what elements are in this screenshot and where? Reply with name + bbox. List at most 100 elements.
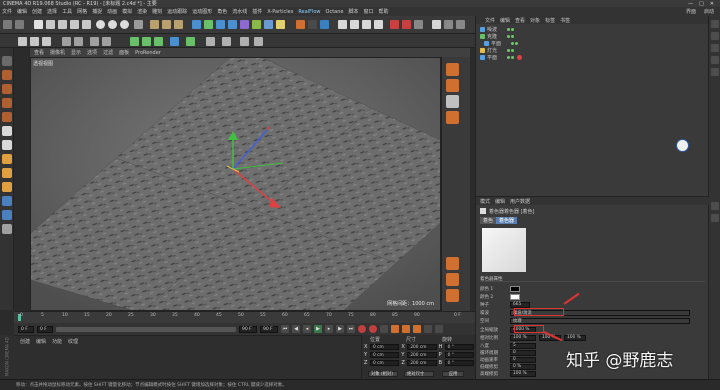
menu-sculpt[interactable]: 雕刻 (152, 8, 162, 15)
menu-file[interactable]: 文件 (2, 8, 12, 15)
texture-mode-icon[interactable] (240, 37, 249, 46)
weight-icon[interactable] (142, 37, 151, 46)
am-menu-mode[interactable]: 模式 (480, 198, 490, 205)
menu-window[interactable]: 窗口 (364, 8, 374, 15)
size-x-field[interactable]: 200 cm (407, 344, 437, 350)
viewport-menu-panel[interactable]: 面板 (119, 49, 129, 56)
object-name[interactable]: 平面 (491, 40, 501, 47)
render-dot[interactable] (515, 42, 519, 45)
position-z-field[interactable]: 0 cm (370, 360, 400, 366)
snap-icon[interactable] (170, 37, 179, 46)
ik-icon[interactable] (444, 20, 453, 29)
menu-mograph[interactable]: 运动图形 (192, 8, 212, 15)
record-icon[interactable] (390, 20, 399, 29)
grid-icon[interactable] (254, 37, 263, 46)
viewport-scene[interactable] (31, 58, 441, 311)
bevel-icon[interactable] (74, 37, 83, 46)
menu-tools[interactable]: 工具 (62, 8, 72, 15)
relative-scale-z-field[interactable]: 100 % (564, 334, 586, 341)
polygons-mode-icon[interactable] (42, 37, 51, 46)
cube-icon[interactable] (192, 20, 201, 29)
polygons-icon[interactable] (2, 140, 12, 150)
material-tag-icon[interactable] (517, 55, 523, 60)
xpresso-icon[interactable] (456, 20, 465, 29)
space-select[interactable]: 纹理 (510, 317, 690, 324)
object-name[interactable]: 克隆 (487, 33, 497, 40)
cache-icon[interactable] (446, 257, 459, 270)
prev-frame-icon[interactable]: ◂ (303, 325, 311, 333)
rotate-tool-icon[interactable] (374, 20, 383, 29)
menu-animate[interactable]: 动画 (107, 8, 117, 15)
render-picture-viewer-icon[interactable] (162, 20, 171, 29)
render-dot[interactable] (511, 49, 515, 52)
am-menu-user-data[interactable]: 用户数据 (510, 198, 530, 205)
minimize-button[interactable]: — (688, 1, 693, 7)
extrude-icon[interactable] (102, 37, 111, 46)
planar-icon[interactable] (2, 210, 12, 220)
size-z-field[interactable]: 200 cm (407, 360, 437, 366)
layers-tab-icon[interactable] (711, 68, 719, 76)
snapping-icon[interactable] (2, 182, 12, 192)
points-mode-icon[interactable] (18, 37, 27, 46)
menu-create[interactable]: 创建 (32, 8, 42, 15)
scene-icon[interactable] (252, 20, 261, 29)
workplane-icon[interactable] (186, 37, 195, 46)
edges-mode-icon[interactable] (30, 37, 39, 46)
cycles-field[interactable]: 0 (510, 349, 536, 356)
edges-icon[interactable] (2, 126, 12, 136)
auto-key-icon[interactable] (369, 325, 377, 333)
array-icon[interactable] (228, 20, 237, 29)
make-editable-icon[interactable] (2, 56, 12, 66)
render-dot[interactable] (511, 35, 515, 38)
coordinate-mode-select[interactable]: 对象 (相对) (368, 371, 398, 377)
scale-tool-icon[interactable] (362, 20, 371, 29)
menu-motion-tracking[interactable]: 运动跟踪 (167, 8, 187, 15)
move-icon[interactable] (46, 20, 55, 29)
menu-snap[interactable]: 捕捉 (92, 8, 102, 15)
go-to-start-icon[interactable]: ⏮ (281, 325, 289, 333)
preview-end-field[interactable]: 90 F (260, 325, 278, 333)
undo-icon[interactable] (3, 20, 12, 29)
om-menu-file[interactable]: 文件 (485, 17, 495, 24)
color1-swatch[interactable] (510, 285, 520, 292)
rot-key-icon[interactable] (402, 325, 410, 333)
deformer-icon[interactable] (240, 20, 249, 29)
key-selection-icon[interactable] (380, 325, 388, 333)
realflow-icon[interactable] (446, 63, 459, 76)
go-to-end-icon[interactable]: ⏭ (347, 325, 355, 333)
scale-key-icon[interactable] (413, 325, 421, 333)
lock-icon[interactable] (338, 20, 347, 29)
python-icon[interactable] (296, 20, 305, 29)
sculpt-icon[interactable] (2, 154, 12, 164)
start-frame-field[interactable]: 0 F (18, 325, 34, 333)
redo-icon[interactable] (15, 20, 24, 29)
menu-realflow[interactable]: RealFlow (298, 9, 320, 15)
menu-mesh[interactable]: 网格 (77, 8, 87, 15)
quantize-icon[interactable] (206, 37, 215, 46)
tweak-icon[interactable] (2, 168, 12, 178)
menu-select[interactable]: 选择 (47, 8, 57, 15)
low-clip-field[interactable]: 0 % (510, 363, 536, 370)
spline-pen-icon[interactable] (204, 20, 213, 29)
am-menu-edit[interactable]: 编辑 (495, 198, 505, 205)
model-mode-icon[interactable] (2, 70, 12, 80)
end-frame-field[interactable]: 90 F (239, 325, 257, 333)
visibility-dot[interactable] (507, 56, 511, 59)
render-view-icon[interactable] (150, 20, 159, 29)
material-menu-texture[interactable]: 纹理 (68, 338, 78, 345)
menu-render[interactable]: 渲染 (137, 8, 147, 15)
om-menu-view[interactable]: 查看 (515, 17, 525, 24)
light-icon[interactable] (276, 20, 285, 29)
frame-range-slider[interactable] (56, 326, 236, 332)
daemon-icon[interactable] (446, 95, 459, 108)
current-frame-field[interactable]: 0 F (37, 325, 53, 333)
z-axis-lock-icon[interactable] (120, 20, 129, 29)
content-browser-tab-icon[interactable] (711, 44, 719, 52)
select-arrow-icon[interactable] (34, 20, 43, 29)
viewport-menu-display[interactable]: 显示 (71, 49, 81, 56)
reset-icon[interactable] (446, 289, 459, 302)
timeline-menu-icon[interactable] (435, 325, 443, 333)
object-row[interactable]: 平面 (476, 40, 709, 47)
high-clip-field[interactable]: 100 % (510, 370, 536, 377)
position-y-field[interactable]: 0 cm (370, 352, 400, 358)
